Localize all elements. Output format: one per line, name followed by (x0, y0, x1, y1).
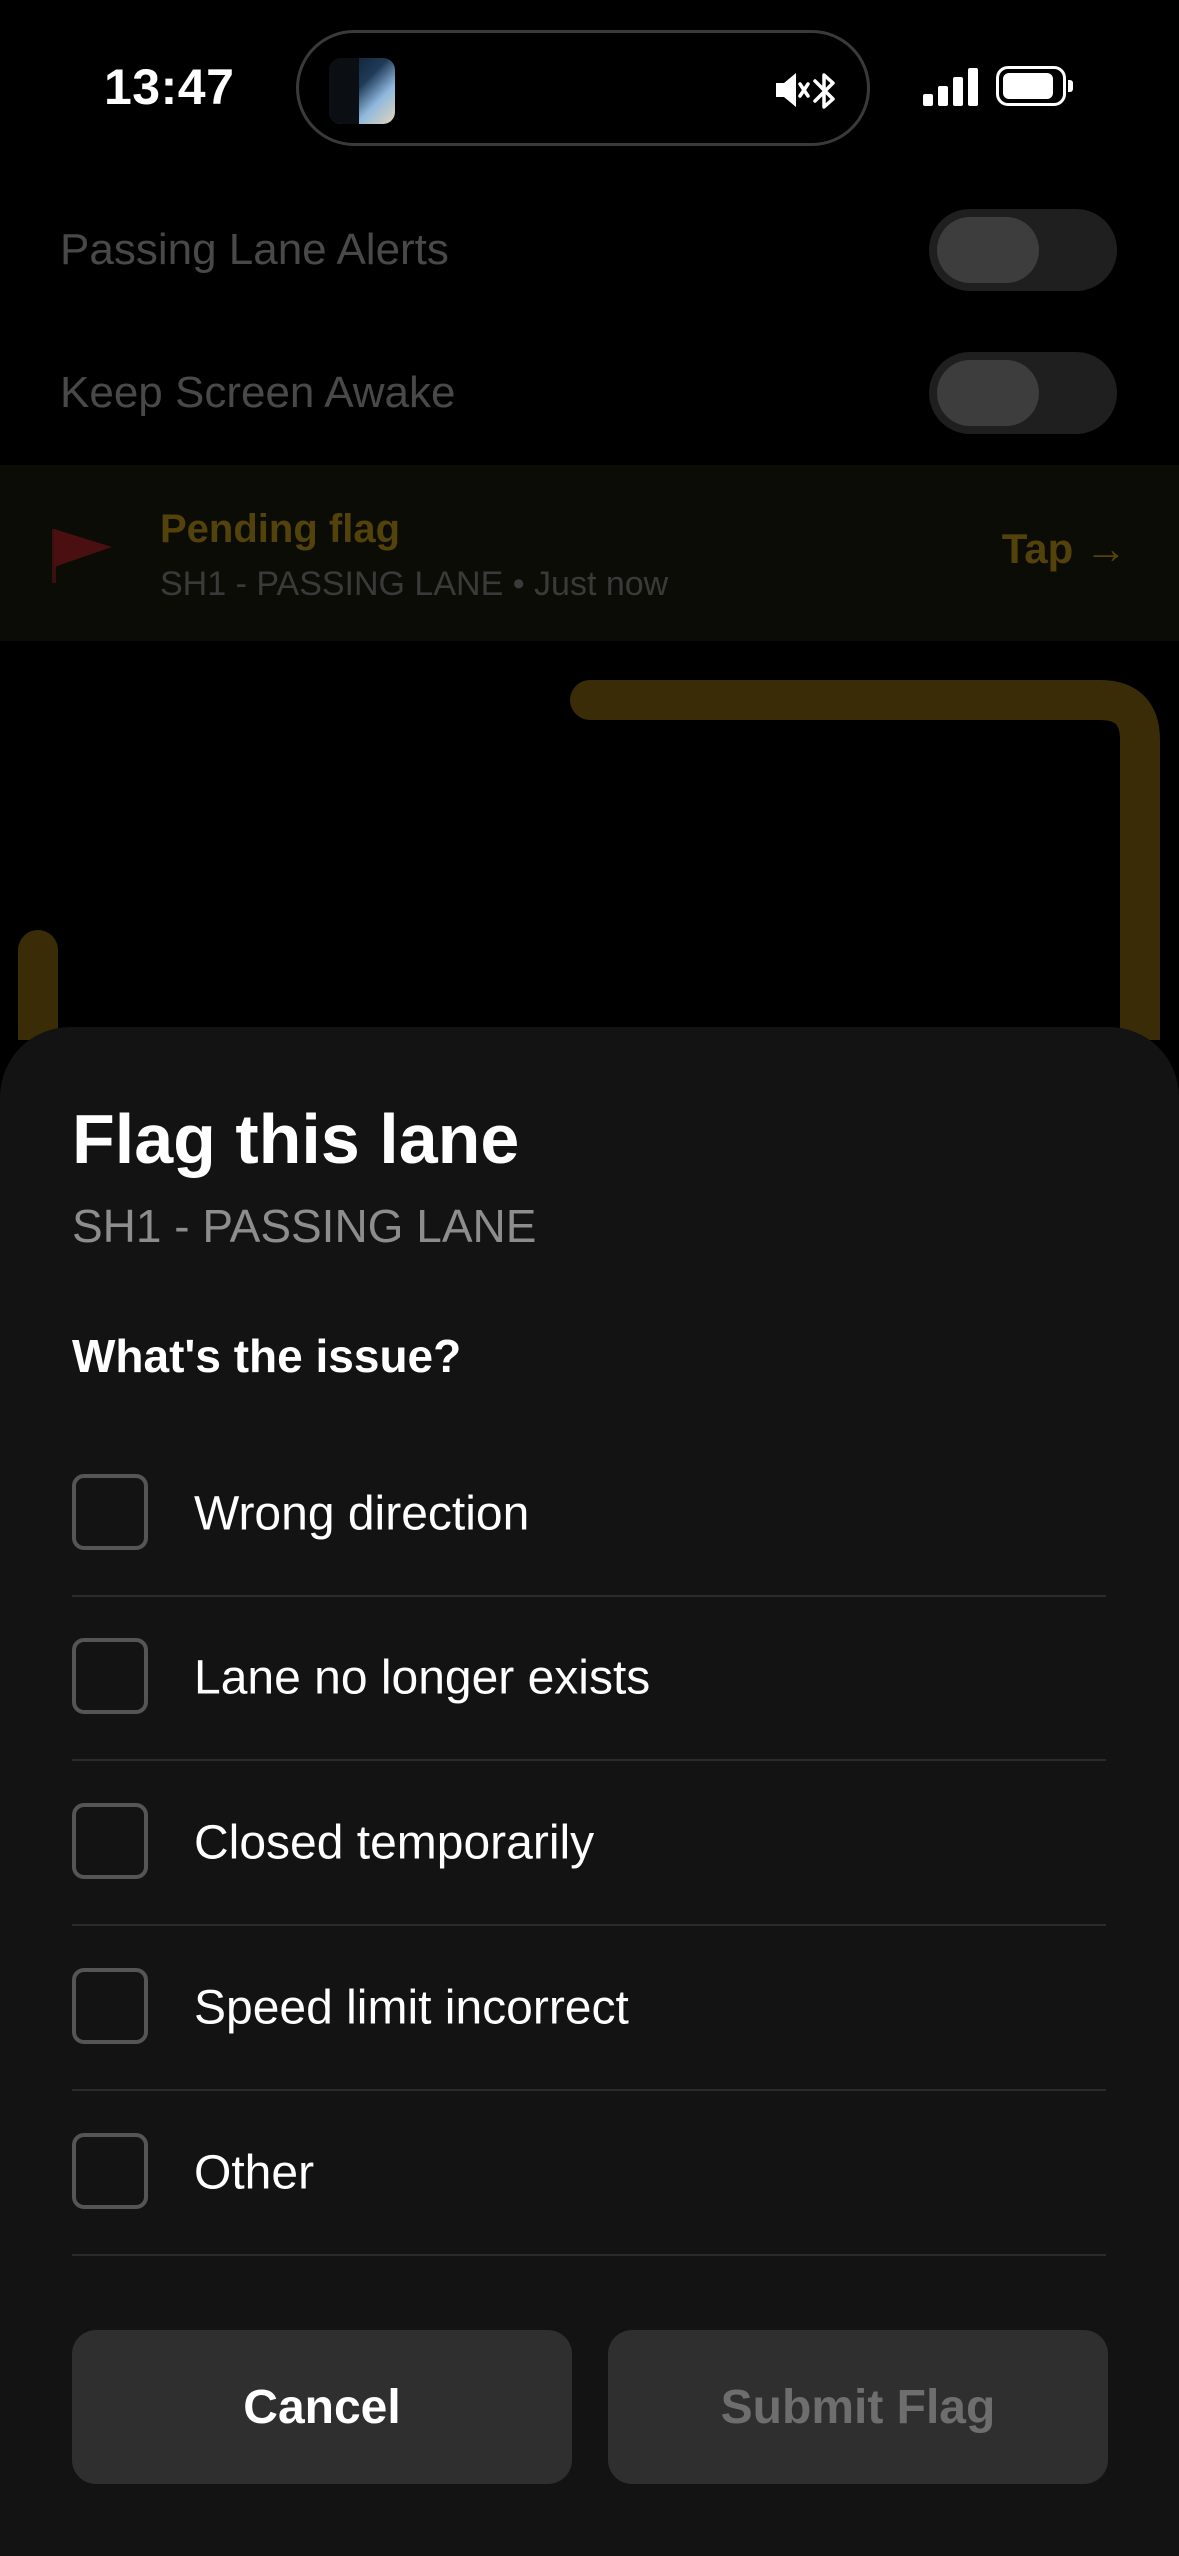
speaker-muted-icon (776, 73, 810, 107)
status-time: 13:47 (104, 59, 235, 115)
option-label: Other (194, 2146, 315, 2200)
pending-flag-tap-link[interactable]: Tap → (1002, 525, 1127, 573)
sheet-subtitle: SH1 - PASSING LANE (72, 1200, 537, 1252)
setting-row-passing-lane-alerts: Passing Lane Alerts (0, 178, 1179, 322)
setting-label: Keep Screen Awake (60, 368, 456, 417)
checkbox[interactable] (72, 1474, 148, 1550)
cellular-signal-icon (923, 66, 979, 106)
checkbox[interactable] (72, 1638, 148, 1714)
option-wrong-direction[interactable]: Wrong direction (72, 1433, 1106, 1597)
toggle-knob (937, 360, 1039, 426)
battery-icon (996, 66, 1073, 106)
bluetooth-icon (813, 73, 835, 109)
option-label: Closed temporarily (194, 1816, 595, 1870)
checkbox[interactable] (72, 1803, 148, 1879)
option-label: Lane no longer exists (194, 1651, 651, 1705)
setting-label: Passing Lane Alerts (60, 225, 449, 274)
toggle-knob (937, 217, 1039, 283)
flag-lane-sheet: Flag this lane SH1 - PASSING LANE What's… (0, 1027, 1179, 2556)
route-line-graphic (18, 680, 1160, 1040)
option-speed-limit-incorrect[interactable]: Speed limit incorrect (72, 1927, 1106, 2091)
red-flag-icon (52, 529, 112, 583)
keep-screen-awake-toggle[interactable] (929, 352, 1117, 434)
passing-lane-alerts-toggle[interactable] (929, 209, 1117, 291)
sheet-title: Flag this lane (72, 1100, 520, 1178)
checkbox[interactable] (72, 1968, 148, 2044)
setting-row-keep-screen-awake: Keep Screen Awake (0, 321, 1179, 465)
option-label: Speed limit incorrect (194, 1981, 629, 2035)
now-playing-artwork-icon[interactable] (329, 58, 395, 124)
cancel-button[interactable]: Cancel (72, 2330, 572, 2484)
issue-question: What's the issue? (72, 1330, 462, 1382)
pending-flag-title: Pending flag (160, 507, 400, 551)
option-label: Wrong direction (194, 1487, 530, 1541)
dynamic-island[interactable] (296, 30, 870, 146)
checkbox[interactable] (72, 2133, 148, 2209)
submit-flag-button[interactable]: Submit Flag (608, 2330, 1108, 2484)
option-other[interactable]: Other (72, 2092, 1106, 2256)
pending-flag-banner[interactable]: Pending flag SH1 - PASSING LANE • Just n… (0, 465, 1179, 641)
option-closed-temporarily[interactable]: Closed temporarily (72, 1762, 1106, 1926)
pending-flag-subtitle: SH1 - PASSING LANE • Just now (160, 565, 669, 603)
option-lane-no-longer-exists[interactable]: Lane no longer exists (72, 1597, 1106, 1761)
